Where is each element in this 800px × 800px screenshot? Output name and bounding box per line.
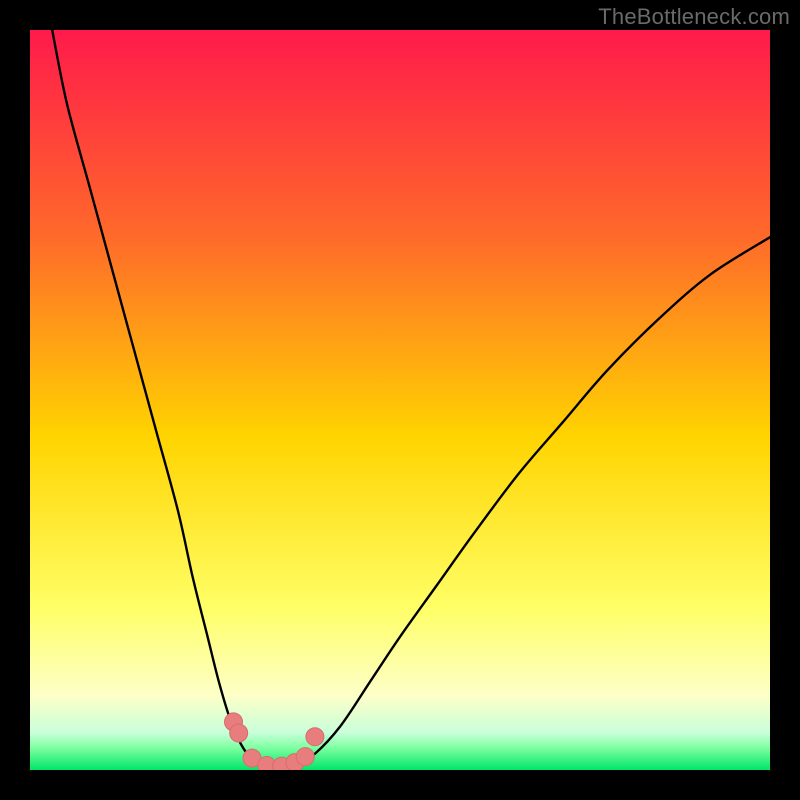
watermark-text: TheBottleneck.com [598, 4, 790, 30]
chart-frame: TheBottleneck.com [0, 0, 800, 800]
marker-point [296, 748, 314, 766]
marker-point [230, 724, 248, 742]
bottleneck-curve [52, 30, 770, 767]
curve-layer [30, 30, 770, 770]
marker-point [306, 728, 324, 746]
highlight-markers [225, 713, 324, 770]
plot-area [30, 30, 770, 770]
